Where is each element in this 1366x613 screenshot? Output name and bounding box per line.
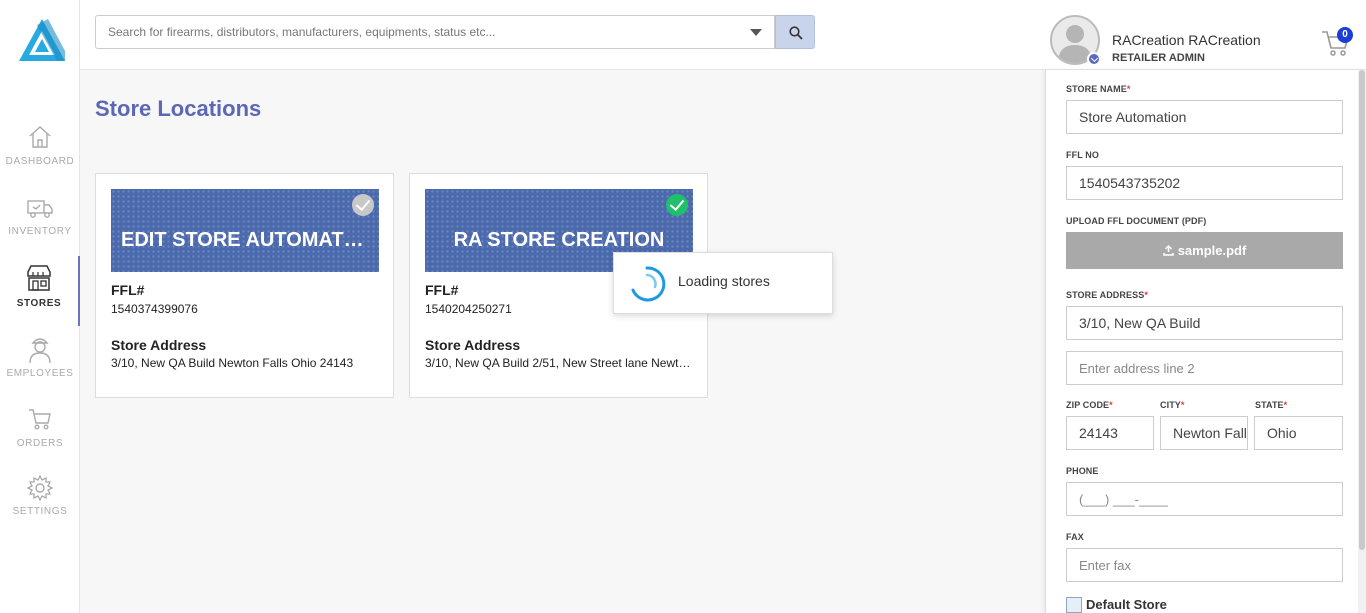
- city-field[interactable]: [1160, 416, 1248, 450]
- ffl-heading: FFL#: [111, 282, 145, 298]
- search-input[interactable]: [96, 16, 736, 48]
- required-mark: *: [1109, 400, 1113, 410]
- default-store-checkbox[interactable]: [1066, 597, 1082, 613]
- check-icon[interactable]: [352, 194, 374, 216]
- phone-field[interactable]: [1066, 482, 1343, 516]
- truck-icon: [27, 200, 53, 218]
- loading-toast: Loading stores: [613, 252, 833, 314]
- upload-icon: [1162, 244, 1174, 256]
- search-button[interactable]: [775, 15, 815, 49]
- label-text: STORE NAME: [1066, 84, 1127, 94]
- check-icon[interactable]: [666, 194, 688, 216]
- store-banner-title: RA STORE CREATION: [453, 229, 665, 251]
- default-store-label[interactable]: Default Store: [1086, 597, 1167, 612]
- sidebar-item-dashboard[interactable]: DASHBOARD: [0, 124, 80, 194]
- label-text: ZIP CODE: [1066, 400, 1110, 410]
- chevron-down-icon[interactable]: [750, 29, 762, 36]
- city-label: CITY*: [1160, 400, 1185, 410]
- sidebar-item-label: DASHBOARD: [5, 156, 75, 167]
- store-address: 3/10, New QA Build 2/51, New Street lane…: [425, 356, 695, 370]
- store-name-field[interactable]: [1066, 100, 1343, 134]
- ffl-label: FFL NO: [1066, 150, 1099, 160]
- store-address: 3/10, New QA Build Newton Falls Ohio 241…: [111, 356, 354, 370]
- ffl-field[interactable]: [1066, 166, 1343, 200]
- store-card[interactable]: EDIT STORE AUTOMATION FFL# 1540374399076…: [95, 173, 394, 398]
- user-role: RETAILER ADMIN: [1112, 52, 1205, 64]
- app-logo[interactable]: [17, 17, 67, 63]
- sidebar-item-label: SETTINGS: [12, 506, 68, 517]
- fax-field[interactable]: [1066, 548, 1343, 582]
- state-label: STATE*: [1255, 400, 1287, 410]
- store-name-label: STORE NAME*: [1066, 84, 1130, 94]
- required-mark: *: [1180, 400, 1185, 410]
- label-text: STATE: [1255, 400, 1284, 410]
- required-mark: *: [1144, 290, 1148, 300]
- search-icon: [789, 26, 803, 40]
- sidebar-item-label: STORES: [16, 298, 62, 309]
- cart-count-badge: 0: [1337, 27, 1353, 43]
- address-heading: Store Address: [425, 337, 521, 353]
- state-field[interactable]: [1254, 416, 1343, 450]
- spinner-icon: [631, 266, 666, 302]
- upload-button[interactable]: sample.pdf: [1066, 232, 1343, 269]
- zip-label: ZIP CODE*: [1066, 400, 1113, 410]
- scrollbar[interactable]: [1358, 70, 1366, 613]
- sidebar-item-stores[interactable]: STORES: [0, 256, 80, 326]
- address-line1-field[interactable]: [1066, 306, 1343, 340]
- required-mark: *: [1283, 400, 1288, 410]
- ffl-number: 1540204250271: [425, 302, 512, 316]
- user-name[interactable]: RACreation RACreation: [1112, 32, 1261, 48]
- zip-field[interactable]: [1066, 416, 1154, 450]
- ffl-number: 1540374399076: [111, 302, 198, 316]
- search-box[interactable]: [95, 15, 775, 49]
- gear-icon: [26, 474, 54, 502]
- upload-filename: sample.pdf: [1177, 243, 1247, 258]
- label-text: STORE ADDRESS: [1066, 290, 1145, 300]
- top-bar: RACreation RACreation RETAILER ADMIN 0: [80, 0, 1366, 70]
- ffl-heading: FFL#: [425, 282, 459, 298]
- address-line2-field[interactable]: [1066, 351, 1343, 385]
- store-address-label: STORE ADDRESS*: [1066, 290, 1148, 300]
- cart-icon: [29, 409, 51, 430]
- sidebar-item-employees[interactable]: EMPLOYEES: [0, 334, 80, 404]
- required-mark: *: [1126, 84, 1131, 94]
- page-title: Store Locations: [95, 96, 262, 121]
- store-icon: [27, 265, 51, 291]
- upload-label: UPLOAD FFL DOCUMENT (PDF): [1066, 216, 1207, 226]
- store-banner-title: EDIT STORE AUTOMATION: [121, 229, 379, 251]
- label-text: CITY: [1160, 400, 1181, 410]
- home-icon: [29, 126, 51, 148]
- phone-label: PHONE: [1066, 466, 1099, 476]
- loading-text: Loading stores: [678, 273, 770, 289]
- chevron-down-icon[interactable]: [1087, 52, 1101, 66]
- employee-icon: [29, 338, 51, 364]
- sidebar-item-settings[interactable]: SETTINGS: [0, 474, 80, 544]
- address-heading: Store Address: [111, 337, 207, 353]
- sidebar: DASHBOARD INVENTORY STORES EMPLOYEES ORD…: [0, 0, 80, 613]
- sidebar-item-label: INVENTORY: [8, 226, 72, 237]
- scrollbar-thumb[interactable]: [1359, 70, 1365, 550]
- store-banner: EDIT STORE AUTOMATION: [111, 189, 379, 272]
- fax-label: FAX: [1066, 532, 1084, 542]
- sidebar-item-orders[interactable]: ORDERS: [0, 406, 80, 476]
- sidebar-item-label: ORDERS: [16, 438, 64, 449]
- sidebar-item-label: EMPLOYEES: [6, 368, 74, 379]
